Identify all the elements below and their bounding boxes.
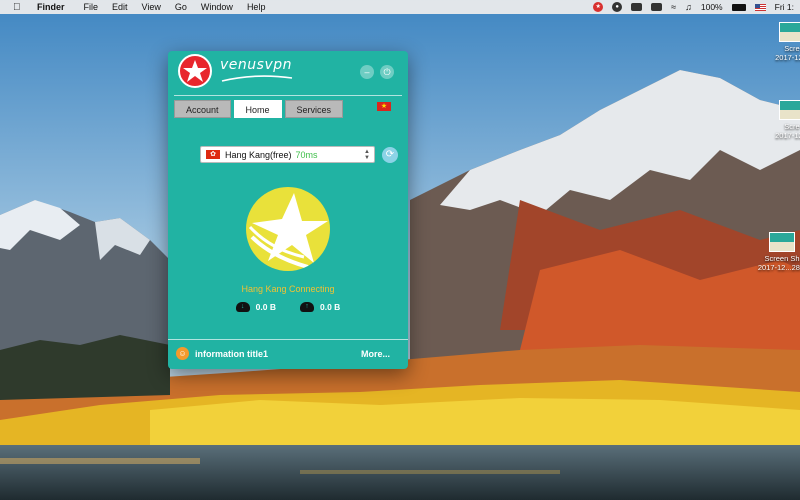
star-logo-icon [248, 193, 328, 269]
home-panel: ✿ Hang Kang(free) 70ms ▲ ▼ ⟳ Hang Kang Co… [168, 119, 408, 333]
apple-menu-icon[interactable]:  [13, 2, 25, 13]
menu-view[interactable]: View [142, 2, 161, 12]
desktop-file-date: 2017-12... [775, 131, 800, 140]
menu-edit[interactable]: Edit [112, 2, 128, 12]
refresh-icon[interactable]: ⟳ [382, 147, 398, 163]
info-title[interactable]: information title1 [195, 349, 268, 359]
wifi-icon[interactable]: ≈ [671, 2, 676, 12]
info-footer: ☺ information title1 More... [168, 339, 408, 369]
server-flag-icon: ✿ [206, 150, 220, 159]
keyboard-status-icon[interactable] [631, 3, 643, 11]
menu-file[interactable]: File [84, 2, 99, 12]
vpn-status-icon[interactable]: ● [612, 2, 623, 12]
server-select[interactable]: ✿ Hang Kang(free) 70ms ▲ ▼ [200, 146, 375, 163]
logo-swoosh-icon [221, 75, 293, 82]
venusvpn-logo-icon [178, 54, 212, 88]
desktop-file-screenshot-2[interactable]: Scre 2017-12... [762, 100, 800, 140]
desktop-file-label: Scre [784, 122, 800, 131]
desktop-file-date: 2017-12... [775, 53, 800, 62]
menu-go[interactable]: Go [175, 2, 187, 12]
file-thumbnail-icon [779, 100, 800, 120]
desktop-file-label: Screen Sh [764, 254, 800, 263]
more-link[interactable]: More... [361, 349, 390, 359]
select-arrows-icon: ▲ ▼ [364, 149, 370, 161]
menu-app-name[interactable]: Finder [37, 2, 65, 12]
battery-icon[interactable] [731, 3, 746, 11]
file-thumbnail-icon [769, 232, 795, 252]
upload-value: 0.0 B [320, 302, 341, 312]
desktop-file-screenshot-1[interactable]: Scre 2017-12... [762, 22, 800, 62]
tab-home[interactable]: Home [233, 100, 282, 118]
app-header[interactable]: venusvpn – ⏻ [174, 51, 402, 96]
server-name: Hang Kang(free) [225, 149, 292, 160]
connection-status: Hang Kang Connecting [241, 284, 335, 294]
language-flag-icon[interactable]: ★ [377, 102, 391, 111]
battery-percent: 100% [700, 2, 723, 12]
desktop-file-label: Scre [784, 44, 800, 53]
input-source-flag-icon[interactable] [754, 3, 766, 11]
cloud-download-icon: ↓ [235, 302, 250, 312]
menu-window[interactable]: Window [201, 2, 233, 12]
download-value: 0.0 B [255, 302, 276, 312]
venusvpn-window: venusvpn – ⏻ Account Home Services ★ ✿ H… [168, 51, 408, 369]
traffic-stats: ↓ 0.0 B ↑ 0.0 B [168, 302, 408, 312]
desktop-file-screenshot-3[interactable]: Screen Sh 2017-12...28... [752, 232, 800, 272]
status-area: ★ ● ≈ ♫ 100% Fri 1: [593, 0, 800, 14]
file-thumbnail-icon [779, 22, 800, 42]
menu-help[interactable]: Help [247, 2, 266, 12]
volume-icon[interactable]: ♫ [685, 2, 692, 12]
tab-account[interactable]: Account [174, 100, 231, 118]
display-status-icon[interactable] [651, 3, 663, 11]
connect-button[interactable] [246, 187, 330, 271]
menu-clock[interactable]: Fri 1: [775, 2, 794, 12]
venusvpn-status-icon[interactable]: ★ [593, 2, 604, 12]
app-logo-text: venusvpn [220, 57, 292, 73]
server-ping: 70ms [295, 149, 318, 160]
menu-bar:  Finder File Edit View Go Window Help ★… [0, 0, 800, 14]
tab-services[interactable]: Services [284, 100, 344, 118]
user-info-icon: ☺ [176, 347, 189, 360]
upload-stat: ↑ 0.0 B [300, 302, 340, 312]
desktop-file-date: 2017-12...28... [757, 263, 800, 272]
download-stat: ↓ 0.0 B [235, 302, 276, 312]
power-icon[interactable]: ⏻ [380, 65, 394, 79]
main-tabs: Account Home Services [174, 100, 344, 118]
minimize-icon[interactable]: – [360, 65, 374, 79]
cloud-upload-icon: ↑ [300, 302, 314, 312]
